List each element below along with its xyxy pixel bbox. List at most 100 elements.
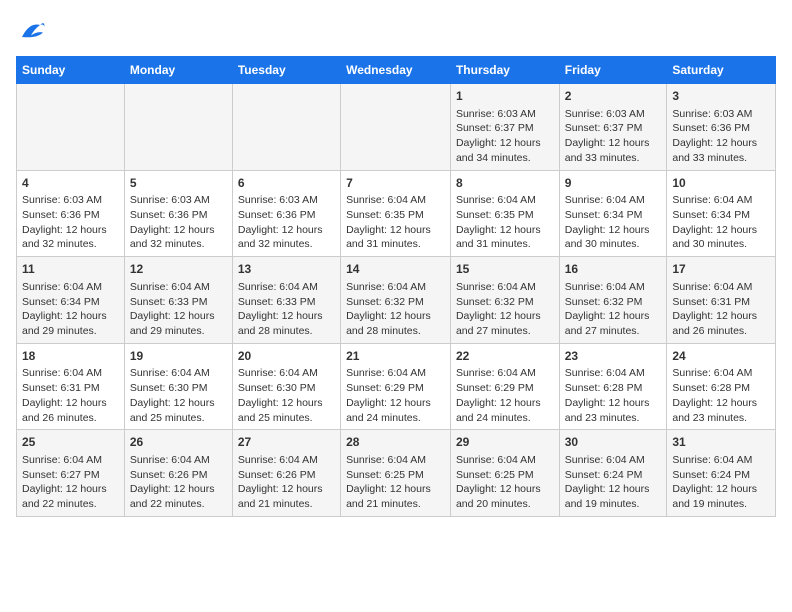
calendar-week-2: 4Sunrise: 6:03 AM Sunset: 6:36 PM Daylig… — [17, 170, 776, 257]
column-header-thursday: Thursday — [450, 57, 559, 84]
calendar-body: 1 Sunrise: 6:03 AM Sunset: 6:37 PM Daylig… — [17, 84, 776, 517]
calendar-cell: 8Sunrise: 6:04 AM Sunset: 6:35 PM Daylig… — [450, 170, 559, 257]
page-header — [16, 16, 776, 46]
calendar-cell: 19Sunrise: 6:04 AM Sunset: 6:30 PM Dayli… — [124, 343, 232, 430]
day-number: 31 — [672, 434, 770, 451]
calendar-cell: 27 Sunrise: 6:04 AM Sunset: 6:26 PM Dayli… — [232, 430, 340, 517]
day-number: 17 — [672, 261, 770, 278]
day-info: Sunrise: 6:04 AM Sunset: 6:32 PM Dayligh… — [346, 280, 445, 339]
day-number: 14 — [346, 261, 445, 278]
day-number: 21 — [346, 348, 445, 365]
calendar-cell: 1 Sunrise: 6:03 AM Sunset: 6:37 PM Daylig… — [450, 84, 559, 171]
day-number: 12 — [130, 261, 227, 278]
day-number: 2 — [565, 88, 662, 105]
column-header-tuesday: Tuesday — [232, 57, 340, 84]
day-info: Sunrise: 6:04 AM Sunset: 6:33 PM Dayligh… — [238, 280, 335, 339]
column-header-sunday: Sunday — [17, 57, 125, 84]
calendar-cell — [232, 84, 340, 171]
day-number: 16 — [565, 261, 662, 278]
day-number: 18 — [22, 348, 119, 365]
calendar-cell: 31 Sunrise: 6:04 AM Sunset: 6:24 PM Dayli… — [667, 430, 776, 517]
day-info: Sunrise: 6:04 AM Sunset: 6:24 PM Dayligh… — [672, 453, 770, 512]
day-number: 25 — [22, 434, 119, 451]
calendar-cell: 25 Sunrise: 6:04 AM Sunset: 6:27 PM Dayli… — [17, 430, 125, 517]
column-header-friday: Friday — [559, 57, 667, 84]
day-number: 6 — [238, 175, 335, 192]
calendar-cell: 3 Sunrise: 6:03 AM Sunset: 6:36 PM Daylig… — [667, 84, 776, 171]
column-header-monday: Monday — [124, 57, 232, 84]
calendar-cell: 18Sunrise: 6:04 AM Sunset: 6:31 PM Dayli… — [17, 343, 125, 430]
calendar-cell: 30 Sunrise: 6:04 AM Sunset: 6:24 PM Dayli… — [559, 430, 667, 517]
calendar-cell: 29Sunrise: 6:04 AM Sunset: 6:25 PM Dayli… — [450, 430, 559, 517]
calendar-cell: 2Sunrise: 6:03 AM Sunset: 6:37 PM Daylig… — [559, 84, 667, 171]
calendar-table: SundayMondayTuesdayWednesdayThursdayFrid… — [16, 56, 776, 517]
day-number: 8 — [456, 175, 554, 192]
day-number: 22 — [456, 348, 554, 365]
day-number: 24 — [672, 348, 770, 365]
calendar-cell: 15Sunrise: 6:04 AM Sunset: 6:32 PM Dayli… — [450, 257, 559, 344]
day-info: Sunrise: 6:03 AM Sunset: 6:36 PM Dayligh… — [22, 193, 119, 252]
day-number: 30 — [565, 434, 662, 451]
calendar-cell: 10Sunrise: 6:04 AM Sunset: 6:34 PM Dayli… — [667, 170, 776, 257]
calendar-cell: 11 Sunrise: 6:04 AM Sunset: 6:34 PM Dayli… — [17, 257, 125, 344]
day-info: Sunrise: 6:04 AM Sunset: 6:29 PM Dayligh… — [456, 366, 554, 425]
calendar-week-1: 1 Sunrise: 6:03 AM Sunset: 6:37 PM Daylig… — [17, 84, 776, 171]
day-info: Sunrise: 6:04 AM Sunset: 6:30 PM Dayligh… — [238, 366, 335, 425]
day-number: 13 — [238, 261, 335, 278]
day-info: Sunrise: 6:04 AM Sunset: 6:27 PM Dayligh… — [22, 453, 119, 512]
day-info: Sunrise: 6:04 AM Sunset: 6:29 PM Dayligh… — [346, 366, 445, 425]
calendar-cell: 12 Sunrise: 6:04 AM Sunset: 6:33 PM Dayli… — [124, 257, 232, 344]
day-info: Sunrise: 6:04 AM Sunset: 6:34 PM Dayligh… — [565, 193, 662, 252]
day-number: 1 — [456, 88, 554, 105]
day-number: 28 — [346, 434, 445, 451]
day-info: Sunrise: 6:04 AM Sunset: 6:34 PM Dayligh… — [22, 280, 119, 339]
logo-icon — [16, 16, 46, 46]
calendar-cell: 5Sunrise: 6:03 AM Sunset: 6:36 PM Daylig… — [124, 170, 232, 257]
day-info: Sunrise: 6:03 AM Sunset: 6:37 PM Dayligh… — [456, 107, 554, 166]
day-info: Sunrise: 6:04 AM Sunset: 6:26 PM Dayligh… — [238, 453, 335, 512]
day-info: Sunrise: 6:04 AM Sunset: 6:31 PM Dayligh… — [22, 366, 119, 425]
calendar-cell — [17, 84, 125, 171]
calendar-cell: 28 Sunrise: 6:04 AM Sunset: 6:25 PM Dayli… — [341, 430, 451, 517]
calendar-week-5: 25 Sunrise: 6:04 AM Sunset: 6:27 PM Dayli… — [17, 430, 776, 517]
calendar-cell: 26 Sunrise: 6:04 AM Sunset: 6:26 PM Dayli… — [124, 430, 232, 517]
calendar-cell: 14 Sunrise: 6:04 AM Sunset: 6:32 PM Dayli… — [341, 257, 451, 344]
calendar-week-3: 11 Sunrise: 6:04 AM Sunset: 6:34 PM Dayli… — [17, 257, 776, 344]
calendar-cell: 9Sunrise: 6:04 AM Sunset: 6:34 PM Daylig… — [559, 170, 667, 257]
calendar-cell: 7Sunrise: 6:04 AM Sunset: 6:35 PM Daylig… — [341, 170, 451, 257]
day-info: Sunrise: 6:04 AM Sunset: 6:25 PM Dayligh… — [346, 453, 445, 512]
day-number: 26 — [130, 434, 227, 451]
day-number: 20 — [238, 348, 335, 365]
calendar-cell: 21Sunrise: 6:04 AM Sunset: 6:29 PM Dayli… — [341, 343, 451, 430]
day-number: 27 — [238, 434, 335, 451]
day-number: 4 — [22, 175, 119, 192]
calendar-header-row: SundayMondayTuesdayWednesdayThursdayFrid… — [17, 57, 776, 84]
day-number: 19 — [130, 348, 227, 365]
day-number: 3 — [672, 88, 770, 105]
calendar-cell: 4Sunrise: 6:03 AM Sunset: 6:36 PM Daylig… — [17, 170, 125, 257]
day-info: Sunrise: 6:04 AM Sunset: 6:35 PM Dayligh… — [456, 193, 554, 252]
day-info: Sunrise: 6:04 AM Sunset: 6:30 PM Dayligh… — [130, 366, 227, 425]
day-info: Sunrise: 6:04 AM Sunset: 6:34 PM Dayligh… — [672, 193, 770, 252]
day-info: Sunrise: 6:03 AM Sunset: 6:36 PM Dayligh… — [672, 107, 770, 166]
calendar-cell: 23Sunrise: 6:04 AM Sunset: 6:28 PM Dayli… — [559, 343, 667, 430]
day-info: Sunrise: 6:04 AM Sunset: 6:24 PM Dayligh… — [565, 453, 662, 512]
calendar-cell: 17 Sunrise: 6:04 AM Sunset: 6:31 PM Dayli… — [667, 257, 776, 344]
day-number: 23 — [565, 348, 662, 365]
calendar-cell: 16 Sunrise: 6:04 AM Sunset: 6:32 PM Dayli… — [559, 257, 667, 344]
day-info: Sunrise: 6:04 AM Sunset: 6:26 PM Dayligh… — [130, 453, 227, 512]
calendar-week-4: 18Sunrise: 6:04 AM Sunset: 6:31 PM Dayli… — [17, 343, 776, 430]
column-header-saturday: Saturday — [667, 57, 776, 84]
day-number: 5 — [130, 175, 227, 192]
day-number: 11 — [22, 261, 119, 278]
day-number: 29 — [456, 434, 554, 451]
logo — [16, 16, 50, 46]
column-header-wednesday: Wednesday — [341, 57, 451, 84]
day-info: Sunrise: 6:04 AM Sunset: 6:32 PM Dayligh… — [565, 280, 662, 339]
calendar-cell: 20Sunrise: 6:04 AM Sunset: 6:30 PM Dayli… — [232, 343, 340, 430]
day-info: Sunrise: 6:04 AM Sunset: 6:33 PM Dayligh… — [130, 280, 227, 339]
day-number: 9 — [565, 175, 662, 192]
day-info: Sunrise: 6:04 AM Sunset: 6:31 PM Dayligh… — [672, 280, 770, 339]
day-info: Sunrise: 6:04 AM Sunset: 6:28 PM Dayligh… — [672, 366, 770, 425]
calendar-cell — [124, 84, 232, 171]
